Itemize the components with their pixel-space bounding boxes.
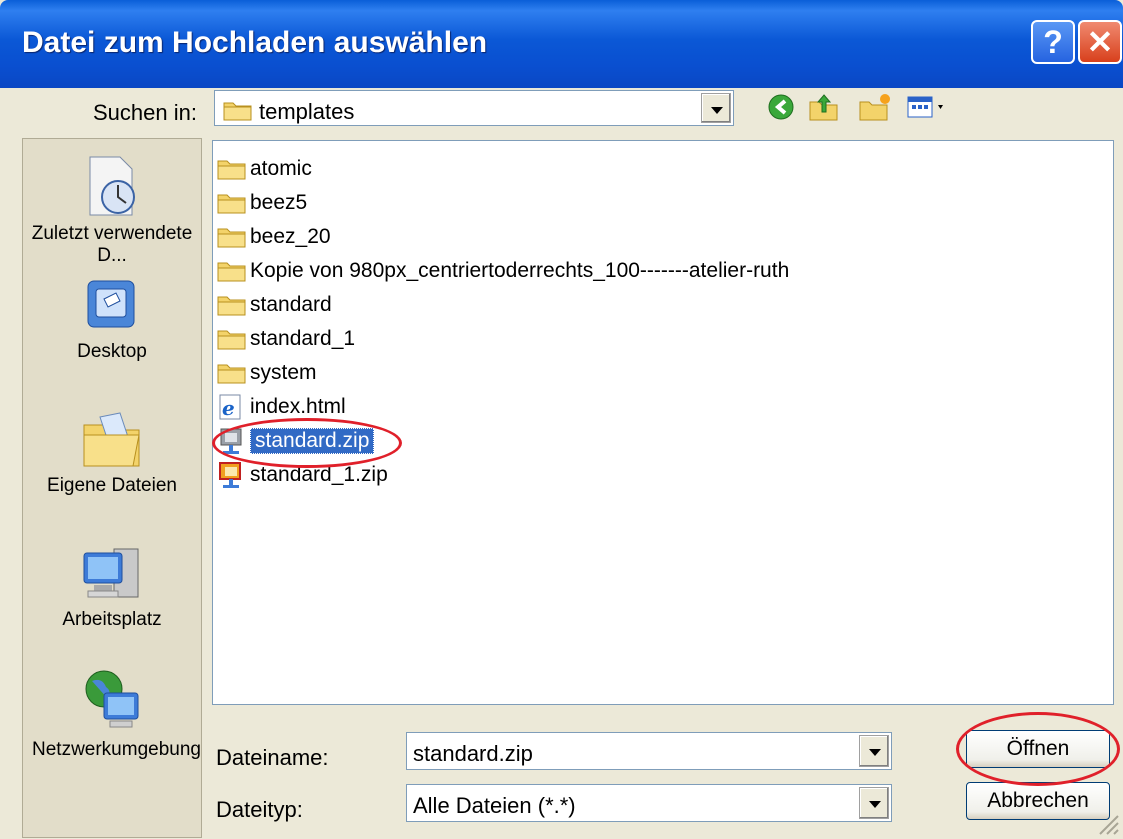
desktop-icon [87, 280, 135, 328]
places-item-label: Desktop [77, 341, 147, 362]
cancel-button[interactable]: Abbrechen [966, 782, 1110, 820]
list-item[interactable]: beez5 [217, 187, 307, 219]
my-documents-icon [83, 412, 140, 467]
places-item-network[interactable]: Netzwerkumgebung [23, 667, 201, 761]
filetype-dropdown[interactable]: Alle Dateien (*.*) [406, 784, 892, 822]
file-name: system [250, 361, 317, 384]
html-file-icon: e [219, 394, 241, 420]
list-item[interactable]: system [217, 357, 317, 389]
file-name: index.html [250, 395, 346, 418]
view-menu-icon[interactable] [906, 92, 952, 122]
places-item-my-documents[interactable]: Eigene Dateien [23, 409, 201, 497]
folder-icon [217, 194, 246, 214]
look-in-value: templates [259, 99, 355, 124]
folder-icon [217, 160, 246, 180]
close-button[interactable]: ✕ [1078, 20, 1122, 64]
places-item-label: Netzwerkumgebung [32, 739, 201, 760]
dialog-title: Datei zum Hochladen auswählen [22, 26, 488, 59]
back-icon[interactable] [766, 92, 796, 122]
list-item[interactable]: atomic [217, 153, 312, 185]
svg-text:e: e [222, 396, 235, 420]
title-bar[interactable]: Datei zum Hochladen auswählen ? ✕ [0, 0, 1123, 88]
file-list[interactable]: atomic beez5 beez_20 Kopie von 980px_cen… [212, 140, 1114, 705]
file-upload-dialog: Datei zum Hochladen auswählen ? ✕ Suchen… [0, 0, 1123, 839]
filetype-value: Alle Dateien (*.*) [413, 793, 576, 818]
filename-value: standard.zip [413, 741, 533, 766]
up-folder-icon[interactable] [808, 92, 840, 122]
folder-icon [217, 330, 246, 350]
folder-icon [217, 364, 246, 384]
file-name: beez_20 [250, 225, 331, 248]
file-name: beez5 [250, 191, 308, 214]
places-item-label: Eigene Dateien [47, 475, 177, 496]
zip-file-icon [219, 462, 241, 488]
chevron-down-icon[interactable] [701, 93, 731, 123]
places-item-my-computer[interactable]: Arbeitsplatz [23, 543, 201, 631]
chevron-down-icon[interactable] [859, 735, 889, 767]
file-name: standard_1.zip [250, 463, 388, 486]
places-item-label: Arbeitsplatz [62, 609, 162, 630]
help-button[interactable]: ? [1031, 20, 1075, 64]
chevron-down-icon[interactable] [859, 787, 889, 819]
filename-label: Dateiname: [216, 745, 329, 770]
file-name: atomic [250, 157, 312, 180]
folder-icon [223, 102, 252, 121]
resize-grip-icon[interactable] [1094, 810, 1120, 836]
open-button[interactable]: Öffnen [966, 730, 1110, 768]
look-in-label: Suchen in: [93, 100, 197, 125]
places-item-recent[interactable]: Zuletzt verwendete D... [23, 155, 201, 267]
look-in-dropdown[interactable]: templates [214, 90, 734, 126]
list-item[interactable]: standard.zip [217, 425, 375, 457]
filename-field[interactable]: standard.zip [406, 732, 892, 770]
recent-documents-icon [89, 156, 135, 216]
list-item[interactable]: standard_1.zip [217, 459, 388, 491]
zip-file-icon [220, 428, 242, 454]
file-name: standard_1 [250, 327, 356, 350]
network-places-icon [85, 670, 139, 728]
file-name: Kopie von 980px_centriertoderrechts_100-… [250, 259, 790, 282]
list-item[interactable]: Kopie von 980px_centriertoderrechts_100-… [217, 255, 789, 287]
list-item[interactable]: standard_1 [217, 323, 355, 355]
new-folder-icon[interactable] [858, 92, 892, 122]
filetype-label: Dateityp: [216, 797, 303, 822]
file-name: standard [250, 293, 332, 316]
folder-icon [217, 262, 246, 282]
folder-icon [217, 296, 246, 316]
places-item-label: Zuletzt verwendete D... [31, 223, 193, 266]
list-item[interactable]: beez_20 [217, 221, 331, 253]
file-name: standard.zip [250, 428, 375, 454]
places-bar: Zuletzt verwendete D... Desktop Eigene D… [22, 138, 202, 838]
folder-icon [217, 228, 246, 248]
my-computer-icon [83, 548, 139, 598]
list-item[interactable]: e index.html [217, 391, 346, 423]
places-item-desktop[interactable]: Desktop [23, 277, 201, 363]
list-item[interactable]: standard [217, 289, 332, 321]
